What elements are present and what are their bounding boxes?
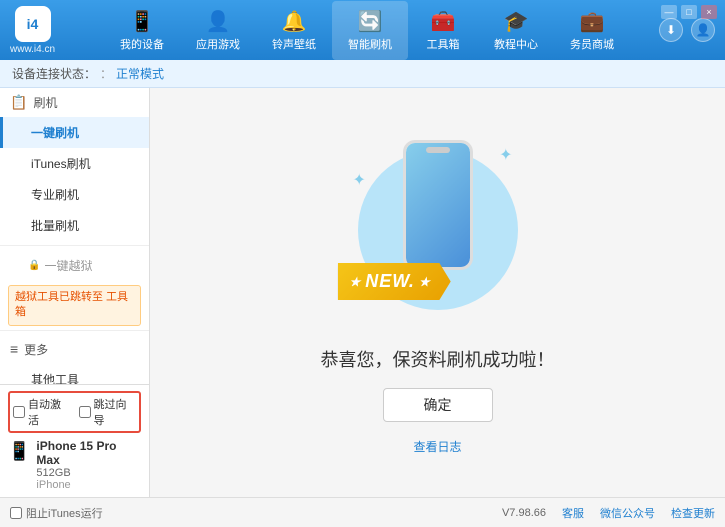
log-link[interactable]: 查看日志 (413, 438, 461, 455)
device-options-row: 自动激活 跳过向导 (8, 391, 141, 433)
nav-label-tutorials: 教程中心 (494, 36, 538, 52)
star-icon-right: ★ (419, 275, 431, 289)
sidebar-section-jailbreak: 🔒 一键越狱 (0, 250, 149, 281)
nav-label-merchant: 务员商城 (570, 36, 614, 52)
ringtones-icon: 🔔 (282, 9, 307, 34)
skip-guide-option[interactable]: 跳过向导 (79, 396, 137, 428)
sidebar-item-pro-flash[interactable]: 专业刷机 (0, 179, 149, 210)
bottombar: 阻止iTunes运行 V7.98.66 客服 微信公众号 检查更新 (0, 497, 725, 527)
customer-service-link[interactable]: 客服 (562, 505, 584, 521)
more-section-label: 更多 (24, 341, 48, 358)
nav-item-smart-flash[interactable]: 🔄 智能刷机 (332, 1, 408, 60)
phone-illustration: ✦ ✦ ★ NEW. ★ (348, 130, 528, 330)
confirm-button[interactable]: 确定 (383, 388, 493, 422)
pro-flash-label: 专业刷机 (31, 188, 79, 202)
nav-label-toolbox: 工具箱 (427, 36, 460, 52)
new-banner: ★ NEW. ★ (338, 263, 451, 300)
topbar-right: ⬇ 👤 (659, 18, 715, 42)
download-button[interactable]: ⬇ (659, 18, 683, 42)
lock-icon: 🔒 (28, 260, 40, 271)
phone-screen (406, 143, 470, 267)
subnav-sep: ： (100, 65, 112, 82)
sparkle-2-icon: ✦ (353, 170, 366, 190)
logo-text: www.i4.cn (10, 44, 55, 55)
itunes-flash-label: iTunes刷机 (31, 157, 91, 171)
jailbreak-label: 一键越狱 (44, 257, 92, 274)
nav-items: 📱 我的设备 👤 应用游戏 🔔 铃声壁纸 🔄 智能刷机 🧰 工具箱 🎓 (75, 1, 659, 60)
nav-item-merchant[interactable]: 💼 务员商城 (554, 1, 630, 60)
bottom-version-area: V7.98.66 客服 微信公众号 检查更新 (502, 505, 715, 521)
flash-section-label: 刷机 (33, 94, 57, 111)
wechat-link[interactable]: 微信公众号 (600, 505, 655, 521)
sparkle-1-icon: ✦ (499, 145, 512, 165)
stop-itunes-checkbox[interactable] (10, 507, 22, 519)
nav-item-apps-games[interactable]: 👤 应用游戏 (180, 1, 256, 60)
nav-label-my-device: 我的设备 (120, 36, 164, 52)
tutorials-icon: 🎓 (504, 9, 529, 34)
skip-guide-label: 跳过向导 (94, 396, 137, 428)
device-info: 📱 iPhone 15 Pro Max 512GB iPhone (8, 439, 141, 491)
subnav: 设备连接状态： ： 正常模式 (0, 60, 725, 88)
sidebar-section-flash[interactable]: 📋 刷机 (0, 88, 149, 117)
apps-games-icon: 👤 (206, 9, 231, 34)
more-section-icon: ≡ (10, 341, 18, 357)
nav-label-ringtones: 铃声壁纸 (272, 36, 316, 52)
device-details: iPhone 15 Pro Max 512GB iPhone (36, 439, 141, 491)
nav-label-apps-games: 应用游戏 (196, 36, 240, 52)
user-button[interactable]: 👤 (691, 18, 715, 42)
nav-item-toolbox[interactable]: 🧰 工具箱 (408, 1, 478, 60)
close-button[interactable]: × (701, 5, 717, 19)
stop-itunes-label: 阻止iTunes运行 (26, 505, 103, 521)
sidebar-item-one-key-flash[interactable]: 一键刷机 (0, 117, 149, 148)
nav-item-tutorials[interactable]: 🎓 教程中心 (478, 1, 554, 60)
stop-itunes-option[interactable]: 阻止iTunes运行 (10, 505, 103, 521)
star-icon-left: ★ (350, 275, 362, 289)
check-update-link[interactable]: 检查更新 (671, 505, 715, 521)
main-content: ✦ ✦ ★ NEW. ★ (150, 88, 725, 497)
sidebar-section-more[interactable]: ≡ 更多 (0, 335, 149, 364)
device-storage: 512GB (36, 467, 141, 479)
sidebar-notice-text: 越狱工具已跳转至 工具箱 (15, 291, 128, 318)
new-badge-text: NEW. (365, 271, 415, 292)
topbar: i4 www.i4.cn 📱 我的设备 👤 应用游戏 🔔 铃声壁纸 🔄 智能刷机 (0, 0, 725, 60)
subnav-prefix: 设备连接状态： (12, 65, 96, 82)
auto-activate-checkbox[interactable] (13, 406, 25, 418)
sidebar-item-batch-flash[interactable]: 批量刷机 (0, 210, 149, 241)
minimize-button[interactable]: — (661, 5, 677, 19)
auto-activate-label: 自动激活 (28, 396, 71, 428)
flash-section-icon: 📋 (10, 94, 27, 111)
logo-symbol: i4 (27, 16, 39, 32)
one-key-flash-label: 一键刷机 (31, 126, 79, 140)
subnav-status[interactable]: 正常模式 (116, 65, 164, 82)
device-phone-icon: 📱 (8, 441, 30, 462)
new-ribbon: ★ NEW. ★ (338, 263, 451, 300)
nav-item-ringtones[interactable]: 🔔 铃声壁纸 (256, 1, 332, 60)
device-panel: 自动激活 跳过向导 📱 iPhone 15 Pro Max 512GB iPho… (0, 384, 150, 497)
window-controls: — □ × (661, 5, 717, 19)
sidebar-item-itunes-flash[interactable]: iTunes刷机 (0, 148, 149, 179)
logo-icon: i4 (15, 6, 51, 42)
device-name: iPhone 15 Pro Max (36, 439, 141, 467)
device-type: iPhone (36, 479, 141, 491)
sidebar-divider-1 (0, 245, 149, 246)
maximize-button[interactable]: □ (681, 5, 697, 19)
success-box: ✦ ✦ ★ NEW. ★ (321, 130, 555, 455)
success-text: 恭喜您，保资料刷机成功啦！ (321, 346, 555, 372)
my-device-icon: 📱 (130, 9, 155, 34)
sidebar-divider-2 (0, 330, 149, 331)
nav-label-smart-flash: 智能刷机 (348, 36, 392, 52)
skip-guide-checkbox[interactable] (79, 406, 91, 418)
sidebar-notice: 越狱工具已跳转至 工具箱 (8, 285, 141, 326)
toolbox-icon: 🧰 (431, 9, 456, 34)
phone-body (403, 140, 473, 270)
smart-flash-icon: 🔄 (358, 9, 383, 34)
nav-item-my-device[interactable]: 📱 我的设备 (104, 1, 180, 60)
version-text: V7.98.66 (502, 507, 546, 519)
phone-image (403, 140, 473, 270)
logo: i4 www.i4.cn (10, 6, 55, 55)
batch-flash-label: 批量刷机 (31, 219, 79, 233)
merchant-icon: 💼 (580, 9, 605, 34)
phone-notch (426, 147, 450, 153)
auto-activate-option[interactable]: 自动激活 (13, 396, 71, 428)
